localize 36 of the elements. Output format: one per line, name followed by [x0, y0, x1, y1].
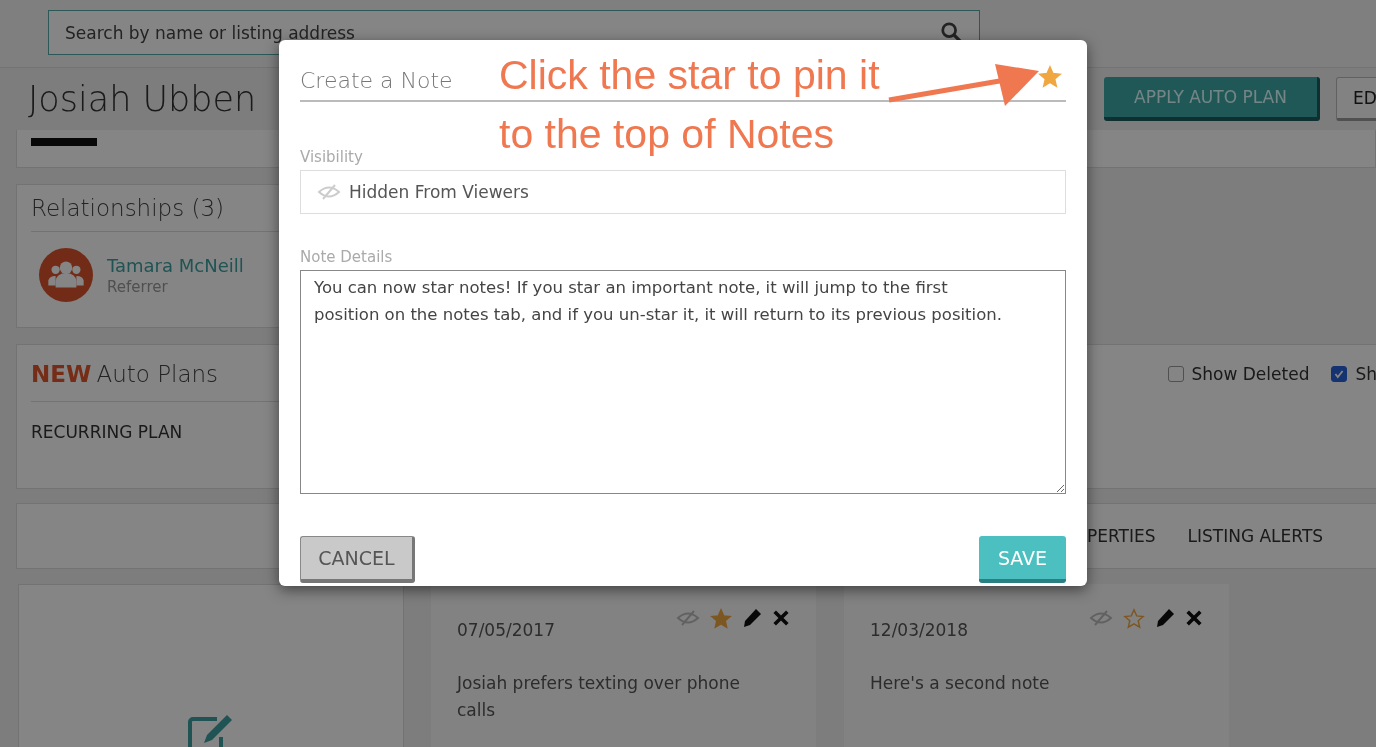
- pencil-icon[interactable]: [1155, 608, 1175, 628]
- auto-plans-title: Auto Plans: [96, 361, 219, 387]
- edit-note-icon[interactable]: [187, 713, 235, 747]
- eye-slash-icon[interactable]: [1089, 609, 1113, 627]
- checkbox-label: Sh: [1355, 364, 1376, 384]
- note-text: Here's a second note: [870, 672, 1051, 695]
- field-label: Visibility: [300, 148, 364, 166]
- tab[interactable]: PERTIES: [1087, 526, 1156, 546]
- checkbox[interactable]: [1331, 366, 1348, 382]
- dialog-title: Create a Note: [300, 67, 453, 93]
- pencil-icon[interactable]: [742, 608, 762, 628]
- cancel-button[interactable]: CANCEL: [300, 536, 415, 583]
- edit-button[interactable]: ED: [1336, 77, 1376, 121]
- plan-name: RECURRING PLAN: [31, 421, 184, 442]
- star-icon[interactable]: [1123, 607, 1145, 629]
- group-avatar-icon: [39, 248, 93, 302]
- star-icon[interactable]: [710, 607, 732, 629]
- note-details-field[interactable]: You can now star notes! If you star an important note, it will jump to the first position on the notes tab, and if you un-star it, it will return to its previous position.: [300, 270, 1066, 494]
- visibility-select[interactable]: Hidden From Viewers: [300, 170, 1066, 214]
- delete-icon[interactable]: [1185, 609, 1203, 627]
- tab[interactable]: LISTING ALERTS: [1187, 526, 1324, 546]
- field-label: Note Details: [300, 248, 394, 266]
- contact-name: Josiah Ubben: [28, 79, 257, 119]
- redaction-mark: [31, 138, 97, 146]
- checkbox-label: Show Deleted: [1191, 364, 1310, 384]
- star-icon[interactable]: [1038, 64, 1062, 88]
- search-icon[interactable]: [940, 21, 962, 43]
- new-label: NEW: [31, 361, 92, 387]
- note-date: 07/05/2017: [457, 620, 555, 640]
- eye-slash-icon[interactable]: [676, 609, 700, 627]
- note-date: 12/03/2018: [870, 620, 968, 640]
- delete-icon[interactable]: [772, 609, 790, 627]
- relationships-title: Relationships (3): [31, 195, 226, 223]
- checkbox[interactable]: [1167, 366, 1184, 382]
- note-text: Josiah prefers texting over phone calls: [457, 672, 741, 723]
- eye-slash-icon: [317, 183, 341, 201]
